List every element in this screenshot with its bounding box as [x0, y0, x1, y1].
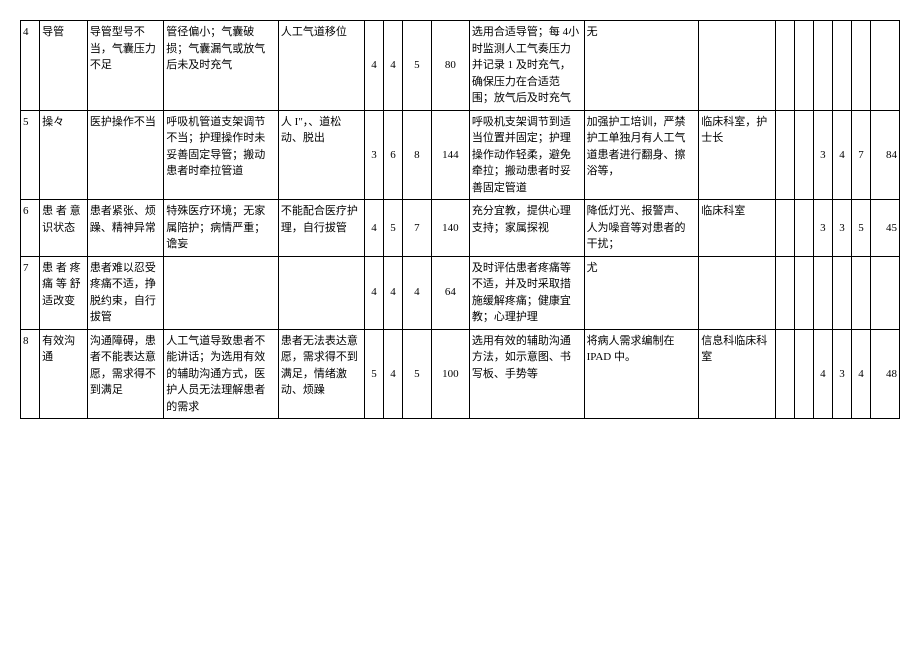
mechanism: 管径偏小；气囊破损；气囊漏气或放气后未及时充气 — [164, 21, 279, 111]
item: 操々 — [40, 110, 88, 200]
score-3: 5 — [403, 329, 432, 419]
score-1: 4 — [364, 21, 383, 111]
gap-2 — [794, 110, 813, 200]
row-number: 7 — [21, 256, 40, 329]
gap-2 — [794, 200, 813, 257]
mechanism: 呼吸机管道支架调节不当；护理操作时未妥善固定导管；搬动患者时牵拉管道 — [164, 110, 279, 200]
result-2 — [832, 256, 851, 329]
result-3 — [852, 21, 871, 111]
dept: 临床科室，护士长 — [699, 110, 775, 200]
item: 患 者 疼痛 等 舒适改变 — [40, 256, 88, 329]
cause: 患者紧张、烦躁、精神异常 — [87, 200, 163, 257]
result-1: 3 — [813, 110, 832, 200]
score-2: 5 — [383, 200, 402, 257]
cause: 沟通障碍，患者不能表达意愿，需求得不到满足 — [87, 329, 163, 419]
gap-2 — [794, 21, 813, 111]
table-row: 6患 者 意识状态患者紧张、烦躁、精神异常特殊医疗环境；无家属陪护；病情严重；谵… — [21, 200, 900, 257]
consequence: 不能配合医疗护理，自行拔管 — [278, 200, 364, 257]
result-total: 45 — [871, 200, 900, 257]
score-total: 80 — [431, 21, 469, 111]
score-2: 4 — [383, 329, 402, 419]
result-2 — [832, 21, 851, 111]
suggest: 将病人需求编制在IPAD 中。 — [584, 329, 699, 419]
measure: 选用有效的辅助沟通方法，如示意图、书写板、手势等 — [469, 329, 584, 419]
gap-1 — [775, 256, 794, 329]
score-3: 4 — [403, 256, 432, 329]
item: 导管 — [40, 21, 88, 111]
measure: 充分宜教，提供心理支持；家属探视 — [469, 200, 584, 257]
result-2: 3 — [832, 200, 851, 257]
measure: 呼吸机支架调节到适当位置并固定；护理操作动作轻柔，避免牵拉；搬动患者时妥善固定管… — [469, 110, 584, 200]
item: 患 者 意识状态 — [40, 200, 88, 257]
gap-1 — [775, 200, 794, 257]
score-total: 100 — [431, 329, 469, 419]
result-3: 5 — [852, 200, 871, 257]
suggest: 尤 — [584, 256, 699, 329]
score-1: 4 — [364, 256, 383, 329]
cause: 导管型号不当，气囊压力不足 — [87, 21, 163, 111]
gap-2 — [794, 256, 813, 329]
cause: 医护操作不当 — [87, 110, 163, 200]
table-row: 5操々医护操作不当呼吸机管道支架调节不当；护理操作时未妥善固定导管；搬动患者时牵… — [21, 110, 900, 200]
result-1 — [813, 21, 832, 111]
mechanism: 人工气道导致患者不能讲话；为选用有效的辅助沟通方式，医护人员无法理解患者的需求 — [164, 329, 279, 419]
result-1 — [813, 256, 832, 329]
mechanism: 特殊医疗环境；无家属陪护；病情严重；谵妄 — [164, 200, 279, 257]
score-1: 5 — [364, 329, 383, 419]
gap-1 — [775, 21, 794, 111]
dept: 信息科临床科室 — [699, 329, 775, 419]
score-2: 4 — [383, 21, 402, 111]
row-number: 5 — [21, 110, 40, 200]
result-total: 48 — [871, 329, 900, 419]
score-2: 6 — [383, 110, 402, 200]
table-row: 7患 者 疼痛 等 舒适改变患者难以忍受疼痛不适，挣脱约束，自行拔管44464及… — [21, 256, 900, 329]
suggest: 加强护工培训，严禁护工单独月有人工气道患者进行翻身、擦浴等， — [584, 110, 699, 200]
result-1: 3 — [813, 200, 832, 257]
score-total: 144 — [431, 110, 469, 200]
gap-2 — [794, 329, 813, 419]
score-1: 4 — [364, 200, 383, 257]
score-1: 3 — [364, 110, 383, 200]
dept — [699, 21, 775, 111]
result-3: 7 — [852, 110, 871, 200]
measure: 及时评估患者疼痛等不适，并及时采取措施缓解疼痛；健康宜教；心理护理 — [469, 256, 584, 329]
consequence — [278, 256, 364, 329]
score-total: 140 — [431, 200, 469, 257]
score-3: 8 — [403, 110, 432, 200]
result-2: 3 — [832, 329, 851, 419]
result-3 — [852, 256, 871, 329]
risk-assessment-table: 4导管导管型号不当，气囊压力不足管径偏小；气囊破损；气囊漏气或放气后未及时充气人… — [20, 20, 900, 419]
row-number: 4 — [21, 21, 40, 111]
cause: 患者难以忍受疼痛不适，挣脱约束，自行拔管 — [87, 256, 163, 329]
gap-1 — [775, 329, 794, 419]
consequence: 人工气道移位 — [278, 21, 364, 111]
result-total: 84 — [871, 110, 900, 200]
result-2: 4 — [832, 110, 851, 200]
consequence: 人 I"，、道松动、脱出 — [278, 110, 364, 200]
item: 有效沟通 — [40, 329, 88, 419]
table-row: 4导管导管型号不当，气囊压力不足管径偏小；气囊破损；气囊漏气或放气后未及时充气人… — [21, 21, 900, 111]
result-1: 4 — [813, 329, 832, 419]
dept — [699, 256, 775, 329]
table-row: 8有效沟通沟通障碍，患者不能表达意愿，需求得不到满足人工气道导致患者不能讲话；为… — [21, 329, 900, 419]
score-2: 4 — [383, 256, 402, 329]
result-3: 4 — [852, 329, 871, 419]
score-3: 5 — [403, 21, 432, 111]
score-3: 7 — [403, 200, 432, 257]
score-total: 64 — [431, 256, 469, 329]
consequence: 患者无法表达意愿，需求得不到满足，情绪激动、烦躁 — [278, 329, 364, 419]
row-number: 6 — [21, 200, 40, 257]
result-total — [871, 21, 900, 111]
gap-1 — [775, 110, 794, 200]
dept: 临床科室 — [699, 200, 775, 257]
row-number: 8 — [21, 329, 40, 419]
suggest: 无 — [584, 21, 699, 111]
measure: 选用合适导管；每 4小时监测人工气奏压力并记录 1 及时充气，确保压力在合适范围… — [469, 21, 584, 111]
suggest: 降低灯光、报警声、人为噪音等对患者的干扰； — [584, 200, 699, 257]
mechanism — [164, 256, 279, 329]
result-total — [871, 256, 900, 329]
